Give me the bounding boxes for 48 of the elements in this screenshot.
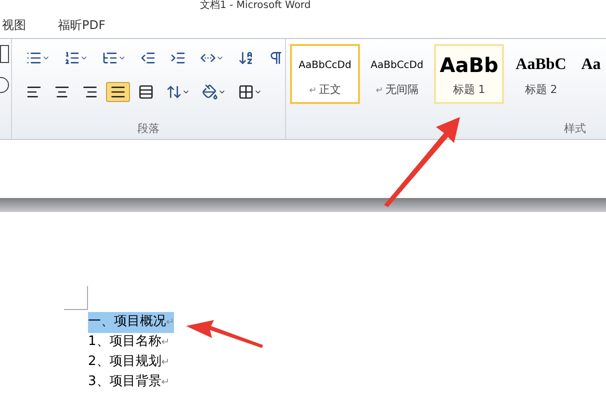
justify-button[interactable] — [106, 82, 130, 102]
distributed-icon — [138, 84, 154, 100]
style-preview: AaBbCcDd — [370, 58, 424, 72]
line-spacing-icon — [166, 84, 182, 100]
increase-indent-icon — [170, 50, 186, 66]
document-paragraph: 3、项目背景↵ — [88, 372, 170, 390]
ribbon-tab[interactable]: 福昕PDF — [56, 16, 108, 34]
caret-icon — [80, 54, 88, 62]
style-preview: AaBbCcDd — [298, 58, 352, 72]
style-gallery-item[interactable]: AaBbCcDd ↵ 正文 — [290, 44, 360, 104]
multilevel-list-icon — [102, 50, 118, 66]
caret-icon — [216, 54, 224, 62]
sort-icon — [238, 50, 254, 66]
style-preview: AaBb — [440, 52, 498, 79]
style-gallery-item[interactable]: AaBb 标题 1 — [434, 44, 504, 104]
style-name: 标题 1 — [452, 82, 486, 98]
style-preview: AaBbC — [516, 55, 566, 75]
align-center-icon — [54, 84, 70, 100]
style-name: ↵ 正文 — [309, 82, 341, 98]
enclosed-character-icon[interactable] — [0, 77, 9, 93]
style-gallery-item[interactable]: AaBbCcDd ↵ 无间隔 — [362, 44, 432, 104]
caret-icon — [218, 88, 226, 96]
style-gallery-item[interactable]: Aa — [578, 44, 604, 104]
align-left-icon — [26, 84, 42, 100]
group-label: 段落 — [138, 120, 160, 136]
ribbon-tab[interactable]: 视图 — [0, 16, 28, 34]
decrease-indent-icon — [140, 50, 156, 66]
style-preview: Aa — [581, 55, 601, 75]
document-paragraph: 2、项目规划↵ — [88, 352, 170, 370]
numbered-list-icon — [64, 50, 80, 66]
justify-icon — [110, 84, 126, 100]
caret-icon — [254, 88, 262, 96]
style-name: ↵ 无间隔 — [376, 82, 418, 98]
align-right-icon — [82, 84, 98, 100]
bullet-list-icon — [26, 50, 42, 66]
style-gallery-item[interactable]: AaBbC 标题 2 — [506, 44, 576, 104]
caret-icon — [42, 54, 50, 62]
paint-bucket-icon — [202, 84, 218, 100]
borders-icon — [238, 84, 254, 100]
document-paragraph: 一、项目概况↵ — [88, 312, 174, 332]
caret-icon — [118, 54, 126, 62]
margin-corner-mark — [64, 286, 88, 310]
text-box-icon[interactable] — [0, 45, 9, 63]
style-name: 标题 2 — [524, 82, 558, 98]
caret-icon — [182, 88, 190, 96]
pilcrow-icon — [268, 50, 284, 66]
document-paragraph: 1、项目名称↵ — [88, 332, 170, 350]
group-label: 样式 — [564, 120, 586, 136]
